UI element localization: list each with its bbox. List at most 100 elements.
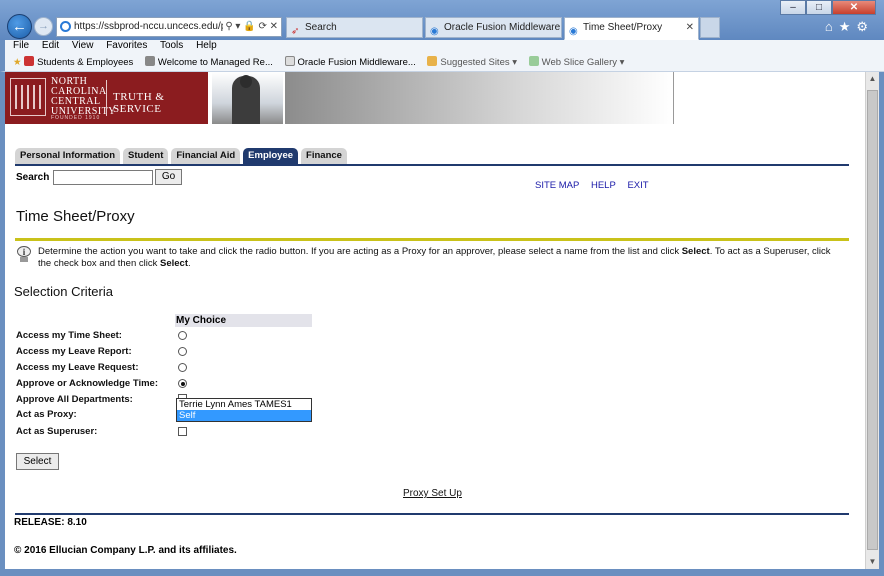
- favorite-icon: [528, 56, 539, 66]
- forward-button[interactable]: →: [34, 17, 53, 36]
- university-banner: NORTH CAROLINA CENTRAL UNIVERSITY FOUNDE…: [5, 72, 865, 125]
- browser-tab-title: Oracle Fusion Middleware For...: [444, 22, 561, 33]
- title-divider: [15, 238, 849, 241]
- radio-approve-time[interactable]: [178, 379, 187, 388]
- copyright-text: © 2016 Ellucian Company L.P. and its aff…: [14, 545, 237, 556]
- maximize-button[interactable]: □: [806, 0, 832, 15]
- founded-text: FOUNDED 1910: [51, 115, 101, 121]
- window-controls: – □ ✕: [780, 0, 876, 15]
- exit-link[interactable]: EXIT: [627, 180, 648, 191]
- tab-financial-aid[interactable]: Financial Aid: [171, 148, 241, 164]
- proxy-option-selected[interactable]: Self: [177, 410, 311, 421]
- browser-tab-timesheet[interactable]: ◉ Time Sheet/Proxy ✕: [564, 17, 699, 40]
- back-arrow-icon: ←: [12, 18, 27, 35]
- help-link[interactable]: HELP: [591, 180, 616, 191]
- browser-tab-search[interactable]: ➶ Search: [286, 17, 423, 38]
- radio-time-sheet[interactable]: [178, 331, 187, 340]
- menu-tools[interactable]: Tools: [160, 40, 183, 51]
- browser-tab-oracle[interactable]: ◉ Oracle Fusion Middleware For...: [425, 17, 562, 38]
- back-button[interactable]: ←: [7, 14, 32, 39]
- tab-favicon-icon: ◉: [569, 26, 578, 37]
- favorite-suggested-sites[interactable]: Suggested Sites ▾: [427, 56, 518, 68]
- favorite-web-slice-gallery[interactable]: Web Slice Gallery ▾: [528, 56, 625, 68]
- row-label-approve-time: Approve or Acknowledge Time:: [16, 378, 158, 389]
- info-text: Determine the action you want to take an…: [38, 246, 843, 270]
- close-tab-icon[interactable]: ✕: [686, 18, 694, 37]
- university-logo[interactable]: NORTH CAROLINA CENTRAL UNIVERSITY FOUNDE…: [5, 72, 208, 124]
- release-text: RELEASE: 8.10: [14, 517, 87, 528]
- checkbox-act-as-superuser[interactable]: [178, 427, 187, 436]
- building-logo-icon: [10, 78, 46, 116]
- banner-divider: [673, 72, 674, 124]
- address-actions-icon[interactable]: ⚲ ▾ 🔒 ⟳ ✕: [223, 18, 278, 36]
- favorite-icon: [427, 56, 438, 66]
- banner-gradient: [285, 72, 673, 124]
- row-label-act-as-superuser: Act as Superuser:: [16, 426, 98, 437]
- favorites-star-icon: ★: [13, 57, 22, 68]
- address-bar[interactable]: https://ssbprod-nccu.uncecs.edu/pls/NC ⚲…: [56, 17, 282, 37]
- favorite-label: Oracle Fusion Middleware...: [297, 57, 416, 68]
- proxy-option[interactable]: Terrie Lynn Ames TAMES1: [177, 399, 311, 410]
- info-icon-circle: i: [17, 246, 31, 257]
- browser-titlebar: ← → https://ssbprod-nccu.uncecs.edu/pls/…: [0, 0, 884, 40]
- browser-tab-title: Search: [305, 22, 337, 33]
- menu-view[interactable]: View: [72, 40, 94, 51]
- close-window-button[interactable]: ✕: [832, 0, 876, 15]
- home-icon[interactable]: ⌂: [825, 19, 839, 34]
- select-button[interactable]: Select: [16, 453, 59, 470]
- site-map-link[interactable]: SITE MAP: [535, 180, 579, 191]
- info-icon-base: [20, 257, 28, 262]
- menu-file[interactable]: File: [13, 40, 29, 51]
- forward-arrow-icon: →: [38, 20, 49, 32]
- scroll-down-icon[interactable]: ▼: [866, 555, 879, 569]
- vertical-scrollbar[interactable]: ▲ ▼: [865, 72, 879, 569]
- new-tab-button[interactable]: [700, 17, 720, 38]
- section-title: Selection Criteria: [14, 284, 113, 299]
- ssb-nav-tabs: Personal Information Student Financial A…: [15, 148, 350, 164]
- tab-personal-information[interactable]: Personal Information: [15, 148, 121, 164]
- top-links: SITE MAP HELP EXIT: [535, 180, 658, 191]
- favorite-label: Students & Employees: [37, 57, 134, 68]
- page-title: Time Sheet/Proxy: [16, 208, 135, 225]
- favorites-star-icon[interactable]: ★: [839, 19, 857, 34]
- browser-tab-title: Time Sheet/Proxy: [583, 22, 663, 33]
- row-label-leave-report: Access my Leave Report:: [16, 346, 132, 357]
- scrollbar-thumb[interactable]: [867, 90, 878, 550]
- favorite-label: Web Slice Gallery ▾: [541, 57, 625, 68]
- tab-finance[interactable]: Finance: [301, 148, 347, 164]
- row-label-approve-all-departments: Approve All Departments:: [16, 394, 133, 405]
- search-input[interactable]: [53, 170, 153, 185]
- statue-image: [212, 72, 283, 124]
- logo-divider: [106, 80, 107, 116]
- info-text-bold: Select: [160, 258, 188, 269]
- menu-help[interactable]: Help: [196, 40, 217, 51]
- statue-head: [240, 75, 252, 88]
- footer-divider: [15, 513, 849, 515]
- tab-favicon-icon: ➶: [291, 26, 300, 37]
- tab-favicon-icon: ◉: [430, 26, 439, 37]
- minimize-button[interactable]: –: [780, 0, 806, 15]
- toolbar-icons: ⌂★⚙: [825, 19, 874, 35]
- menu-edit[interactable]: Edit: [42, 40, 59, 51]
- tab-employee[interactable]: Employee: [243, 148, 299, 164]
- info-icon: i: [16, 246, 32, 262]
- row-label-act-as-proxy: Act as Proxy:: [16, 409, 77, 420]
- proxy-setup-link[interactable]: Proxy Set Up: [403, 488, 462, 499]
- row-label-time-sheet: Access my Time Sheet:: [16, 330, 122, 341]
- info-text-part: Determine the action you want to take an…: [38, 246, 682, 257]
- favorite-oracle-fusion[interactable]: Oracle Fusion Middleware...: [284, 56, 416, 68]
- choice-column-header: My Choice: [175, 314, 312, 327]
- favorite-icon: [24, 56, 35, 66]
- scroll-up-icon[interactable]: ▲: [866, 72, 879, 86]
- tab-student[interactable]: Student: [123, 148, 169, 164]
- go-button[interactable]: Go: [155, 169, 182, 185]
- favorite-label: Suggested Sites ▾: [440, 57, 518, 68]
- favorite-students-employees[interactable]: Students & Employees: [24, 56, 134, 68]
- radio-leave-request[interactable]: [178, 363, 187, 372]
- radio-leave-report[interactable]: [178, 347, 187, 356]
- page-viewport: NORTH CAROLINA CENTRAL UNIVERSITY FOUNDE…: [5, 72, 865, 569]
- favorite-managed-re[interactable]: Welcome to Managed Re...: [144, 56, 273, 68]
- menu-favorites[interactable]: Favorites: [106, 40, 147, 51]
- proxy-select[interactable]: Terrie Lynn Ames TAMES1 Self: [176, 398, 312, 422]
- gear-icon[interactable]: ⚙: [856, 19, 874, 34]
